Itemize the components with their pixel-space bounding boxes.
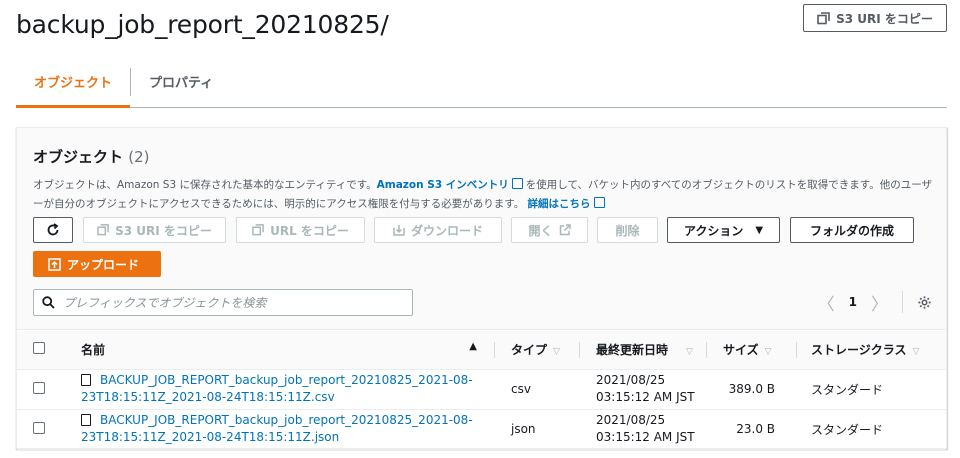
open-button[interactable]: 開く <box>511 217 588 243</box>
upload-button[interactable]: アップロード <box>33 251 161 277</box>
copy-icon <box>817 11 830 24</box>
objects-title-text: オブジェクト <box>33 148 124 166</box>
copy-s3-uri-button[interactable]: S3 URI をコピー <box>803 4 947 32</box>
copy-s3-uri-toolbar-button[interactable]: S3 URI をコピー <box>83 217 226 243</box>
actions-dropdown[interactable]: アクション ▼ <box>667 217 780 243</box>
row-time: 03:15:12 AM JST <box>596 430 695 444</box>
column-header-last-modified[interactable]: 最終更新日時 ▽ <box>580 331 707 370</box>
search-icon <box>42 296 55 309</box>
row-select-cell <box>17 409 65 450</box>
delete-label: 削除 <box>615 223 640 238</box>
row-storage-class-cell: スタンダード <box>797 409 946 450</box>
object-name-line1: BACKUP_JOB_REPORT_backup_job_report_2021… <box>100 413 473 427</box>
object-name-line1: BACKUP_JOB_REPORT_backup_job_report_2021… <box>100 373 473 387</box>
upload-icon <box>48 257 61 271</box>
details-link[interactable]: 詳細はこちら <box>528 198 591 210</box>
tab-objects[interactable]: オブジェクト <box>16 56 131 108</box>
row-type-cell: json <box>495 409 580 450</box>
row-storage-class-cell: スタンダード <box>797 369 946 410</box>
column-header-size[interactable]: サイズ ▽ <box>707 331 797 370</box>
sort-caret-icon: ▽ <box>912 347 920 358</box>
search-box <box>33 289 413 316</box>
objects-title: オブジェクト (2) <box>33 146 930 167</box>
table-row[interactable]: BACKUP_JOB_REPORT_backup_job_report_2021… <box>17 409 946 450</box>
current-page[interactable]: 1 <box>849 295 857 309</box>
select-all-checkbox[interactable] <box>33 342 45 355</box>
row-time: 03:15:12 AM JST <box>596 390 695 404</box>
delete-button[interactable]: 削除 <box>597 217 658 243</box>
file-icon <box>81 374 91 386</box>
column-storage-class-label: ストレージクラス <box>811 343 907 358</box>
open-label: 開く <box>528 223 553 238</box>
objects-description: オブジェクトは、Amazon S3 に保存された基本的なエンティティです。Ama… <box>33 176 933 214</box>
row-name-cell: BACKUP_JOB_REPORT_backup_job_report_2021… <box>65 369 495 410</box>
table-row[interactable]: BACKUP_JOB_REPORT_backup_job_report_2021… <box>17 369 946 410</box>
external-link-icon <box>559 224 571 236</box>
table-header-row: 名前 ▲ タイプ ▽ 最終更新日時 ▽ サイズ ▽ ストレージクラス ▽ <box>17 331 946 370</box>
search-input[interactable] <box>63 295 383 310</box>
column-header-name[interactable]: 名前 ▲ <box>65 331 495 370</box>
column-name-label: 名前 <box>81 343 106 358</box>
download-label: ダウンロード <box>410 223 483 238</box>
copy-url-label: URL をコピー <box>270 223 349 238</box>
objects-panel-header: オブジェクト (2) オブジェクトは、Amazon S3 に保存された基本的なエ… <box>17 128 946 330</box>
object-name-link[interactable]: BACKUP_JOB_REPORT_backup_job_report_2021… <box>81 412 473 446</box>
file-icon <box>81 414 91 426</box>
page-title: backup_job_report_20210825/ <box>16 10 389 39</box>
caret-down-icon: ▼ <box>755 224 764 236</box>
objects-count: (2) <box>128 148 150 166</box>
copy-url-button[interactable]: URL をコピー <box>236 217 365 243</box>
row-size-cell: 23.0 B <box>707 409 797 450</box>
sort-caret-icon: ▽ <box>553 347 560 358</box>
sort-ascending-icon: ▲ <box>469 341 477 353</box>
row-date: 2021/08/25 <box>596 373 666 387</box>
next-page-icon[interactable]: 〉 <box>871 290 888 315</box>
sort-caret-icon: ▽ <box>764 347 772 358</box>
row-type-cell: csv <box>495 369 580 410</box>
create-folder-button[interactable]: フォルダの作成 <box>790 217 914 243</box>
settings-gear-icon[interactable] <box>917 295 932 310</box>
download-button[interactable]: ダウンロード <box>374 217 502 243</box>
row-last-modified-cell: 2021/08/25 03:15:12 AM JST <box>580 409 707 450</box>
objects-panel: オブジェクト (2) オブジェクトは、Amazon S3 に保存された基本的なエ… <box>16 127 947 450</box>
copy-icon <box>97 224 109 236</box>
column-header-type[interactable]: タイプ ▽ <box>495 331 580 370</box>
actions-label: アクション <box>683 223 744 238</box>
refresh-button[interactable] <box>33 217 73 243</box>
copy-s3-uri-label: S3 URI をコピー <box>836 11 933 26</box>
copy-s3-uri-toolbar-label: S3 URI をコピー <box>115 223 212 238</box>
previous-page-icon[interactable]: 〈 <box>818 290 835 315</box>
refresh-icon <box>47 223 59 236</box>
select-all-cell <box>17 331 65 370</box>
external-link-icon <box>593 197 605 208</box>
row-select-cell <box>17 369 65 410</box>
download-icon <box>393 225 405 236</box>
pagination-divider <box>902 291 903 313</box>
upload-label: アップロード <box>67 257 140 272</box>
column-type-label: タイプ <box>511 343 548 358</box>
column-last-modified-label: 最終更新日時 <box>596 343 669 358</box>
row-size-cell: 389.0 B <box>707 369 797 410</box>
object-name-line2: 23T18:15:11Z_2021-08-24T18:15:11Z.json <box>81 430 340 444</box>
row-last-modified-cell: 2021/08/25 03:15:12 AM JST <box>580 369 707 410</box>
row-checkbox[interactable] <box>33 421 45 434</box>
desc-part1: オブジェクトは、Amazon S3 に保存された基本的なエンティティです。 <box>33 179 377 191</box>
row-date: 2021/08/25 <box>596 413 666 427</box>
copy-icon <box>252 224 264 236</box>
objects-table: 名前 ▲ タイプ ▽ 最終更新日時 ▽ サイズ ▽ ストレージクラス ▽ BAC… <box>17 331 946 450</box>
inventory-link[interactable]: Amazon S3 インベントリ <box>377 179 509 191</box>
row-checkbox[interactable] <box>33 381 45 394</box>
tab-properties[interactable]: プロパティ <box>131 56 231 106</box>
row-name-cell: BACKUP_JOB_REPORT_backup_job_report_2021… <box>65 409 495 450</box>
sort-caret-icon: ▽ <box>686 347 693 358</box>
object-name-line2: 23T18:15:11Z_2021-08-24T18:15:11Z.csv <box>81 390 335 404</box>
tab-bar: オブジェクト プロパティ <box>16 56 947 108</box>
create-folder-label: フォルダの作成 <box>809 223 894 238</box>
external-link-icon <box>511 178 523 189</box>
pagination: 〈 1 〉 <box>818 288 932 316</box>
column-size-label: サイズ <box>723 343 759 358</box>
object-name-link[interactable]: BACKUP_JOB_REPORT_backup_job_report_2021… <box>81 372 473 406</box>
column-header-storage-class[interactable]: ストレージクラス ▽ <box>797 331 946 370</box>
